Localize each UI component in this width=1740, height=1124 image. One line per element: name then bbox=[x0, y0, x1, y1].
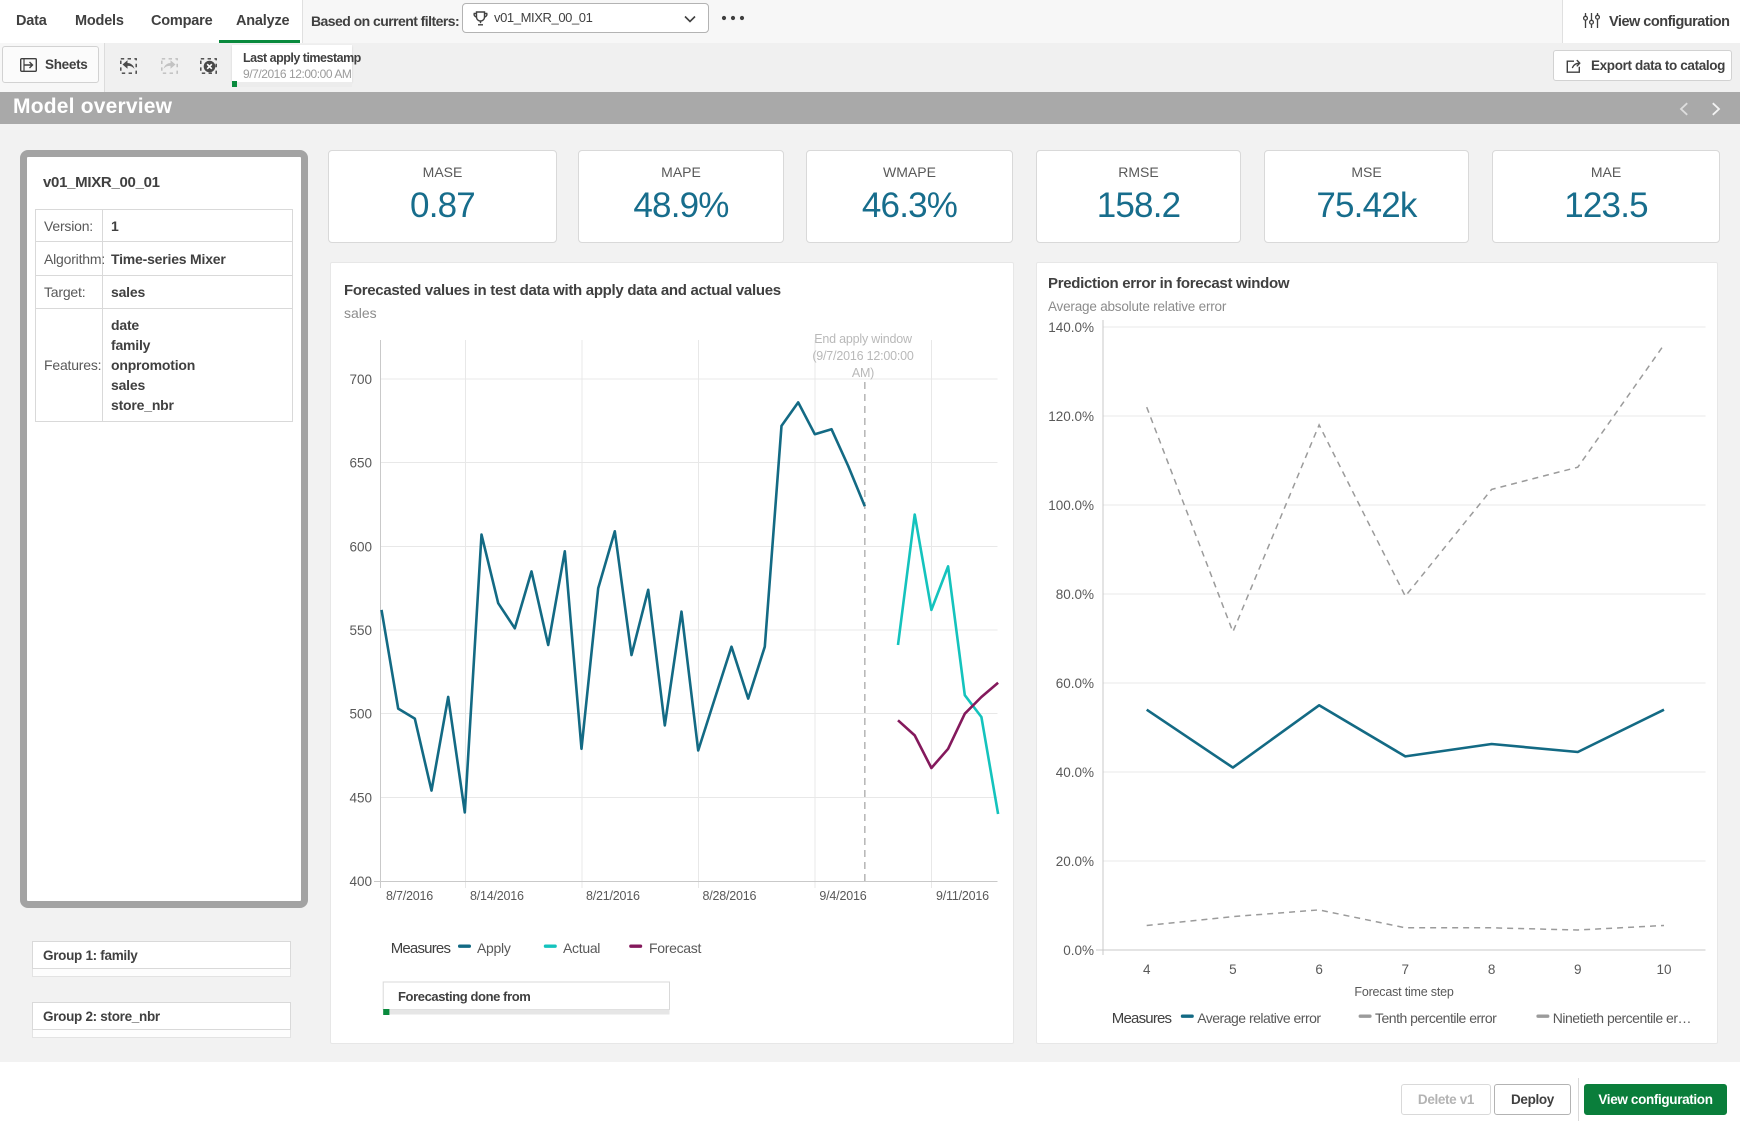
svg-text:4: 4 bbox=[1143, 962, 1151, 977]
svg-text:140.0%: 140.0% bbox=[1048, 320, 1094, 335]
svg-text:Apply: Apply bbox=[477, 940, 511, 956]
svg-text:Average relative error: Average relative error bbox=[1197, 1010, 1321, 1026]
svg-text:60.0%: 60.0% bbox=[1056, 676, 1094, 691]
svg-text:8/28/2016: 8/28/2016 bbox=[703, 889, 757, 903]
svg-text:Forecast time step: Forecast time step bbox=[1354, 985, 1453, 999]
svg-text:AM): AM) bbox=[852, 366, 874, 380]
svg-text:400: 400 bbox=[349, 874, 372, 889]
svg-text:Tenth percentile error: Tenth percentile error bbox=[1375, 1010, 1497, 1026]
svg-text:450: 450 bbox=[349, 790, 372, 805]
svg-text:600: 600 bbox=[349, 539, 372, 554]
svg-text:Average absolute relative erro: Average absolute relative error bbox=[1048, 299, 1227, 314]
svg-text:500: 500 bbox=[349, 707, 372, 722]
svg-text:Ninetieth percentile er…: Ninetieth percentile er… bbox=[1553, 1010, 1691, 1026]
svg-text:7: 7 bbox=[1402, 962, 1410, 977]
svg-text:9: 9 bbox=[1574, 962, 1582, 977]
svg-text:10: 10 bbox=[1656, 962, 1671, 977]
svg-text:Prediction error in forecast w: Prediction error in forecast window bbox=[1048, 275, 1290, 292]
svg-text:Forecasted values in test data: Forecasted values in test data with appl… bbox=[344, 282, 781, 299]
svg-text:sales: sales bbox=[344, 305, 377, 321]
svg-text:9/4/2016: 9/4/2016 bbox=[819, 889, 866, 903]
svg-text:100.0%: 100.0% bbox=[1048, 498, 1094, 513]
svg-text:8: 8 bbox=[1488, 962, 1496, 977]
svg-text:80.0%: 80.0% bbox=[1056, 587, 1094, 602]
svg-text:Actual: Actual bbox=[563, 940, 600, 956]
svg-text:5: 5 bbox=[1229, 962, 1237, 977]
svg-text:550: 550 bbox=[349, 623, 372, 638]
svg-text:8/7/2016: 8/7/2016 bbox=[386, 889, 433, 903]
svg-text:20.0%: 20.0% bbox=[1056, 854, 1094, 869]
svg-text:40.0%: 40.0% bbox=[1056, 765, 1094, 780]
svg-text:(9/7/2016 12:00:00: (9/7/2016 12:00:00 bbox=[812, 349, 914, 363]
svg-text:9/11/2016: 9/11/2016 bbox=[936, 889, 989, 903]
svg-text:End apply window: End apply window bbox=[814, 332, 913, 346]
svg-text:120.0%: 120.0% bbox=[1048, 409, 1094, 424]
svg-text:700: 700 bbox=[349, 372, 372, 387]
svg-text:Measures: Measures bbox=[391, 940, 451, 957]
svg-text:8/21/2016: 8/21/2016 bbox=[586, 889, 640, 903]
svg-text:Measures: Measures bbox=[1112, 1010, 1172, 1027]
svg-text:0.0%: 0.0% bbox=[1063, 943, 1094, 958]
svg-text:650: 650 bbox=[349, 456, 372, 471]
svg-text:6: 6 bbox=[1315, 962, 1323, 977]
svg-text:Forecast: Forecast bbox=[649, 940, 701, 956]
svg-text:Forecasting done from: Forecasting done from bbox=[398, 989, 530, 1004]
svg-text:8/14/2016: 8/14/2016 bbox=[470, 889, 524, 903]
